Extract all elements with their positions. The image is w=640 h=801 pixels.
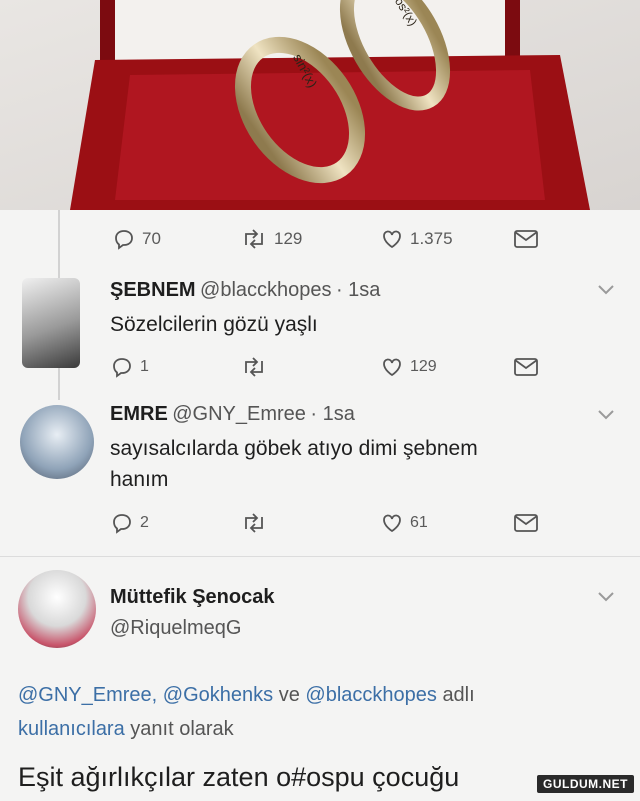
retweet-button[interactable] (240, 355, 268, 379)
tweet-time: · 1sa (335, 279, 381, 301)
retweet-count: 129 (274, 229, 303, 248)
dm-button[interactable] (513, 229, 539, 249)
reply-context-rest: yanıt olarak (130, 718, 234, 740)
retweet-icon (245, 229, 263, 249)
reply-context-line2: kullanıcılara yanıt olarak (18, 718, 234, 741)
divider (0, 556, 640, 557)
author-name[interactable]: ŞEBNEM (110, 279, 196, 301)
heart-icon (383, 514, 401, 533)
reply-count: 70 (142, 229, 161, 248)
reply-icon (115, 230, 133, 250)
reply-count: 2 (140, 514, 149, 531)
like-count: 1.375 (410, 229, 453, 248)
main-tweet-text: Eşit ağırlıkçılar zaten o#ospu çocuğu (18, 762, 460, 792)
original-tweet-actions: 70 129 1.375 (0, 222, 640, 258)
reply-count: 1 (140, 358, 149, 375)
author-name[interactable]: Müttefik Şenocak (110, 586, 274, 609)
retweet-button[interactable] (240, 511, 268, 535)
reply-header: ŞEBNEM @blacckhopes · 1sa (110, 279, 380, 302)
reply-button[interactable]: 2 (110, 511, 149, 535)
like-count: 129 (410, 358, 437, 375)
chevron-down-icon[interactable] (596, 283, 616, 302)
dm-button[interactable] (513, 357, 539, 377)
envelope-icon (514, 514, 538, 532)
mention-link[interactable]: @blacckhopes (305, 684, 436, 706)
tweet-photo[interactable]: sin²(x) cos²(x) (0, 0, 640, 210)
mention-link[interactable]: @GNY_Emree, @Gokhenks (18, 684, 273, 706)
reply-header: EMRE @GNY_Emree · 1sa (110, 403, 355, 426)
reply2-actions: 2 61 (0, 508, 640, 540)
tweet-text-line1: sayısalcılarda göbek atıyo dimi şebnem (110, 437, 478, 460)
chevron-down-icon[interactable] (596, 408, 616, 427)
reply-context-adli: adlı (442, 684, 475, 706)
like-button[interactable]: 1.375 (380, 227, 453, 251)
tweet-text-line2: hanım (110, 468, 169, 491)
avatar[interactable] (20, 405, 94, 479)
avatar[interactable] (18, 570, 96, 648)
retweet-button[interactable]: 129 (240, 227, 302, 251)
retweet-icon (245, 513, 263, 533)
envelope-icon (514, 230, 538, 248)
like-count: 61 (410, 514, 428, 531)
reply-context: @GNY_Emree, @Gokhenks ve @blacckhopes ad… (18, 684, 475, 707)
like-button[interactable]: 61 (380, 511, 428, 535)
envelope-icon (514, 358, 538, 376)
watermark-logo: GULDUM.NET (537, 775, 634, 793)
reply1-actions: 1 129 (0, 352, 640, 384)
author-name[interactable]: EMRE (110, 403, 168, 425)
reply-button[interactable]: 70 (112, 227, 161, 251)
heart-icon (383, 230, 401, 249)
users-link[interactable]: kullanıcılara (18, 718, 125, 740)
author-handle[interactable]: @RiquelmeqG (110, 617, 241, 640)
retweet-icon (245, 357, 263, 377)
tweet-text: Sözelcilerin gözü yaşlı (110, 313, 318, 336)
heart-icon (383, 358, 401, 377)
author-handle[interactable]: @blacckhopes (200, 279, 331, 301)
tweet-time: · 1sa (310, 403, 355, 425)
chevron-down-icon[interactable] (596, 590, 616, 609)
dm-button[interactable] (513, 513, 539, 533)
like-button[interactable]: 129 (380, 355, 437, 379)
reply-context-ve: ve (278, 684, 300, 706)
reply-icon (113, 358, 131, 378)
author-handle[interactable]: @GNY_Emree (172, 403, 306, 425)
reply-icon (113, 514, 131, 534)
reply-button[interactable]: 1 (110, 355, 149, 379)
